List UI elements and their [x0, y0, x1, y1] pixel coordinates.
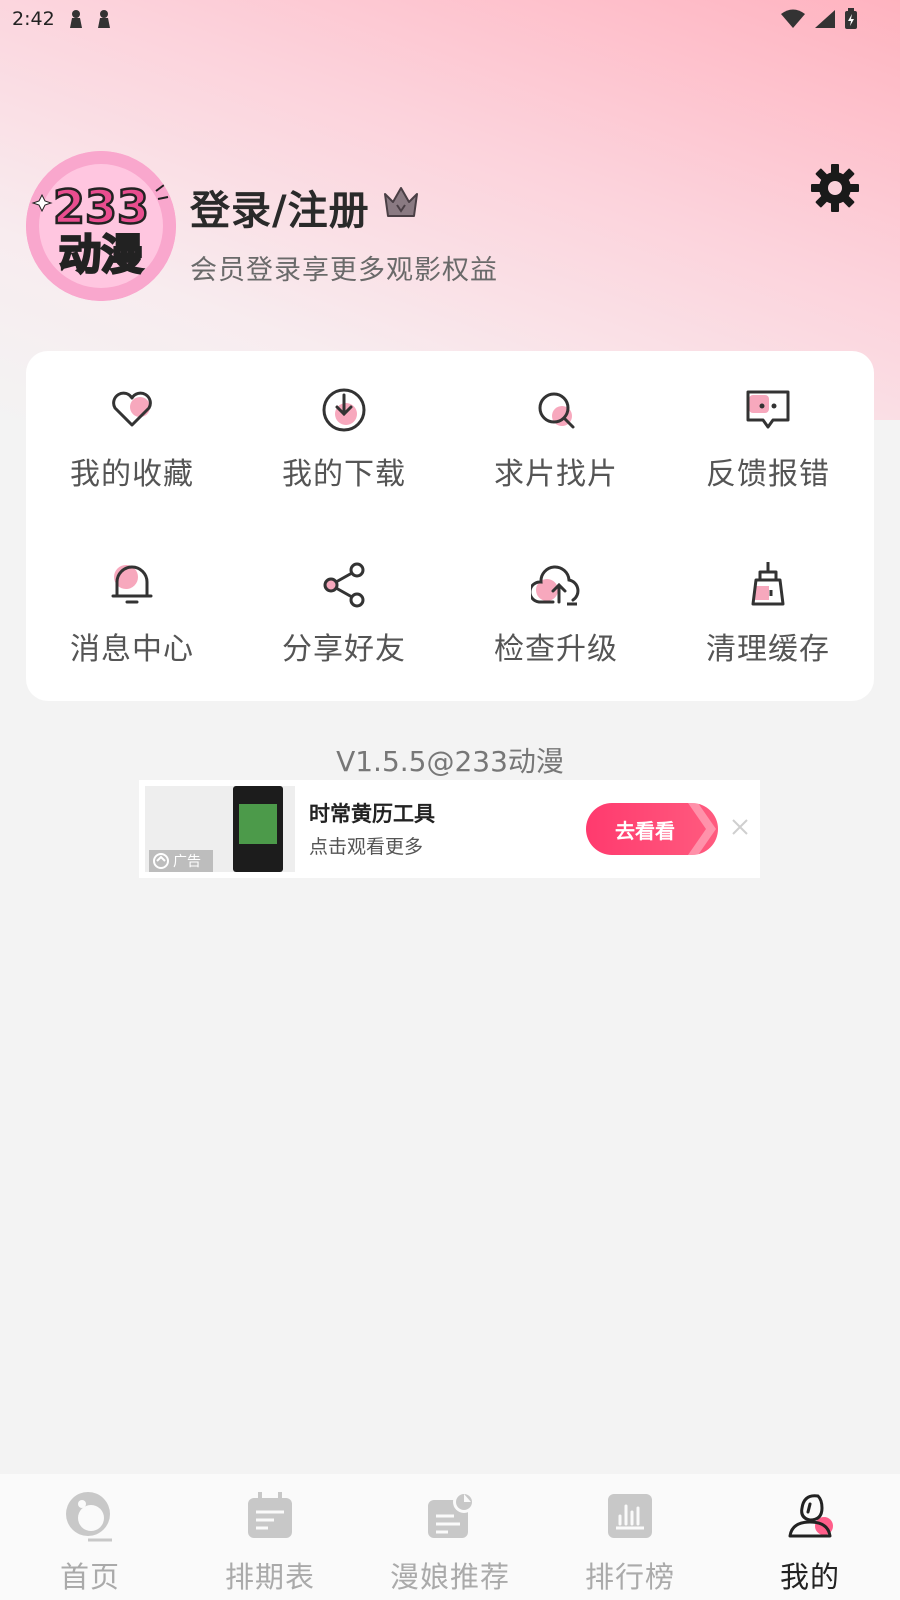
menu-label-clear-cache: 清理缓存: [706, 632, 830, 667]
status-bar: 2:42: [0, 0, 900, 38]
home-icon: [66, 1492, 112, 1542]
ad-badge: 广告: [149, 850, 213, 872]
bell-icon: [111, 565, 153, 604]
nav-label-profile: 我的: [779, 1560, 840, 1594]
bottom-navigation: 首页 排期表 漫娘推荐 排行榜 我的: [0, 1474, 900, 1600]
recommend-icon: [428, 1491, 475, 1538]
menu-label-downloads: 我的下载: [282, 457, 406, 492]
nav-ranking[interactable]: 排行榜: [540, 1474, 720, 1600]
ad-subtitle: 点击观看更多: [309, 836, 424, 858]
ad-phone-image: [233, 786, 283, 872]
profile-icon: [788, 1494, 833, 1538]
ad-cta-button[interactable]: 去看看: [586, 803, 718, 855]
menu-label-favorites: 我的收藏: [70, 457, 194, 492]
menu-label-share: 分享好友: [282, 632, 406, 667]
crown-icon: [384, 187, 418, 217]
function-menu-card: 我的收藏 我的下载 求片找片 反馈报错 消息中心 分享好友 检查升级 清理缓存: [26, 351, 874, 701]
avatar-text-top: 233: [53, 180, 149, 234]
nav-schedule[interactable]: 排期表: [180, 1474, 360, 1600]
close-icon[interactable]: [729, 816, 751, 838]
settings-gear-icon[interactable]: [810, 163, 860, 213]
ad-logo-icon: [153, 853, 169, 869]
ad-thumbnail[interactable]: 广告: [145, 786, 295, 872]
ad-cta-label: 去看看: [615, 818, 675, 843]
menu-item-request[interactable]: 求片找片: [450, 351, 662, 501]
login-register-link[interactable]: 登录/注册: [190, 178, 370, 236]
version-text: V1.5.5@233动漫: [336, 745, 564, 778]
ad-title: 时常黄历工具: [309, 802, 435, 826]
feedback-icon: [746, 390, 790, 429]
menu-item-clear-cache[interactable]: 清理缓存: [662, 526, 874, 676]
nav-label-ranking: 排行榜: [584, 1560, 675, 1594]
member-subtitle: 会员登录享更多观影权益: [190, 255, 498, 286]
menu-item-downloads[interactable]: 我的下载: [238, 351, 450, 501]
avatar[interactable]: 233 动漫: [26, 151, 176, 301]
nav-label-home: 首页: [59, 1560, 120, 1594]
calendar-icon: [248, 1492, 292, 1538]
ad-banner[interactable]: 广告 时常黄历工具 点击观看更多 去看看: [139, 780, 760, 878]
signal-icon: [815, 10, 835, 28]
download-icon: [322, 388, 366, 432]
menu-label-feedback: 反馈报错: [706, 457, 830, 492]
menu-label-request: 求片找片: [494, 457, 618, 492]
battery-icon: [845, 8, 857, 29]
chevron-right-icon: [688, 803, 716, 855]
notification-icon: [97, 10, 110, 28]
nav-recommend[interactable]: 漫娘推荐: [360, 1474, 540, 1600]
nav-profile[interactable]: 我的: [720, 1474, 900, 1600]
notification-icon: [69, 10, 82, 28]
broom-icon: [751, 562, 785, 606]
menu-item-messages[interactable]: 消息中心: [26, 526, 238, 676]
nav-home[interactable]: 首页: [0, 1474, 180, 1600]
menu-item-favorites[interactable]: 我的收藏: [26, 351, 238, 501]
search-icon: [538, 392, 575, 429]
wifi-icon: [781, 9, 805, 28]
status-left: 2:42: [12, 8, 111, 30]
menu-item-feedback[interactable]: 反馈报错: [662, 351, 874, 501]
menu-label-upgrade: 检查升级: [494, 632, 618, 667]
status-right: [780, 8, 858, 30]
ad-badge-label: 广告: [173, 854, 201, 870]
app-logo: 233 动漫: [26, 151, 176, 301]
heart-icon: [112, 391, 152, 427]
nav-label-schedule: 排期表: [224, 1560, 315, 1594]
menu-label-messages: 消息中心: [70, 632, 194, 667]
avatar-text-bottom: 动漫: [59, 230, 143, 279]
nav-label-recommend: 漫娘推荐: [389, 1560, 510, 1594]
menu-item-upgrade[interactable]: 检查升级: [450, 526, 662, 676]
menu-item-share[interactable]: 分享好友: [238, 526, 450, 676]
ranking-icon: [608, 1494, 652, 1538]
status-time: 2:42: [12, 8, 55, 30]
share-icon: [323, 562, 365, 608]
upgrade-icon: [531, 565, 580, 606]
